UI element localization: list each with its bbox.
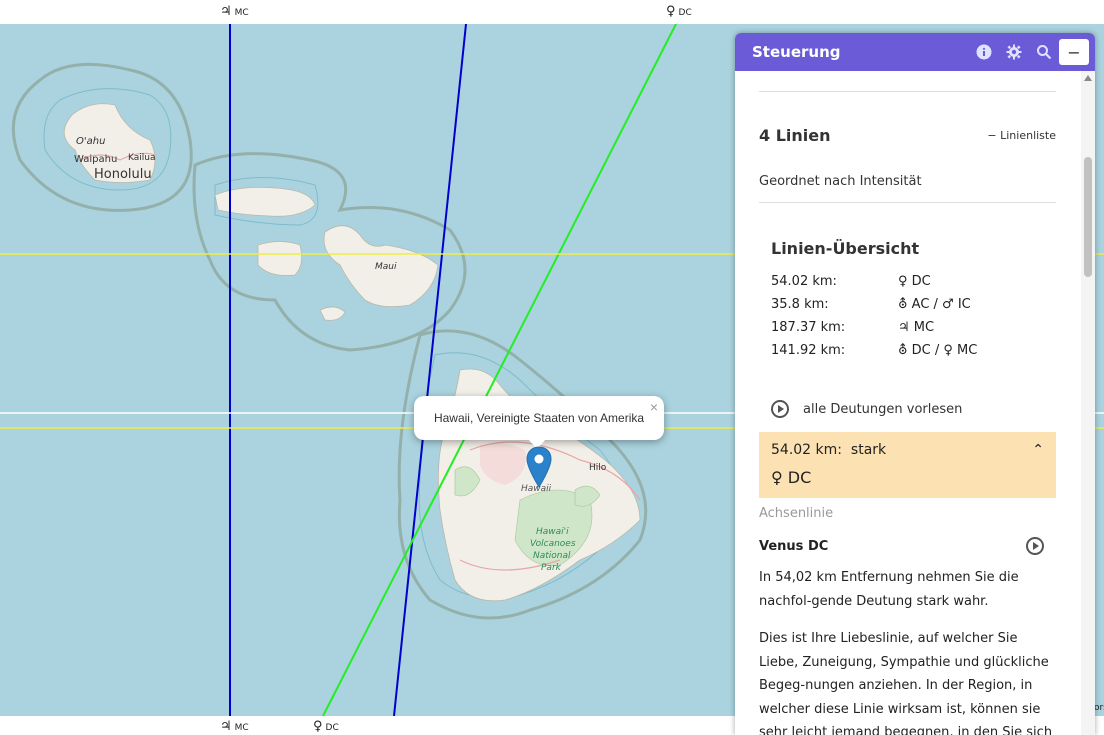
lines-list-toggle[interactable]: − Linienliste (987, 129, 1056, 142)
overview-row: 35.8 km: ⛢ AC / ♂ IC (771, 297, 971, 312)
place-label-hilo: Hilo (589, 463, 607, 473)
search-icon[interactable] (1029, 33, 1059, 71)
read-all-button[interactable]: alle Deutungen vorlesen (759, 400, 1056, 418)
map-marker-icon[interactable] (526, 446, 552, 488)
scroll-up-icon[interactable] (1084, 75, 1092, 81)
map-attribution[interactable]: ors (1094, 703, 1104, 713)
highlight-distance: 54.02 km: stark (771, 442, 887, 458)
panel-scrollbar[interactable] (1081, 71, 1095, 735)
lines-header: 4 Linien − Linienliste (759, 112, 1056, 158)
place-label-waipahu: Waipahu (74, 154, 117, 165)
place-label-oahu: O'ahu (76, 136, 105, 147)
control-panel: Steuerung − 4 Linien − Linienliste Geord… (735, 33, 1095, 735)
top-label-jupiter-mc: ♃ MC (220, 4, 249, 19)
sort-label: Geordnet nach Intensität (759, 173, 922, 189)
highlight-line-name: ♀ DC (771, 468, 812, 487)
overview-row: 54.02 km: ♀ DC (771, 274, 931, 289)
bottom-label-jupiter-mc: ♃ MC (220, 719, 249, 734)
park-label-3: National (533, 551, 571, 561)
panel-header: Steuerung − (735, 33, 1095, 71)
panel-body: 4 Linien − Linienliste Geordnet nach Int… (759, 71, 1056, 735)
popup-close-icon[interactable]: × (650, 399, 658, 415)
popup-text: Hawaii, Vereinigte Staaten von Amerika (433, 411, 645, 425)
chevron-up-icon[interactable]: ⌃ (1032, 442, 1044, 458)
overview-title: Linien-Übersicht (771, 239, 920, 258)
place-label-maui: Maui (375, 262, 397, 272)
gear-icon[interactable] (999, 33, 1029, 71)
overview-row: 141.92 km: ⛢ DC / ♀ MC (771, 343, 978, 358)
overview-row: 187.37 km: ♃ MC (771, 320, 935, 335)
play-icon[interactable] (1026, 537, 1044, 555)
venus-dc-header: Venus DC (759, 534, 1056, 558)
top-label-venus-dc: ♀ DC (666, 4, 692, 19)
park-label-2: Volcanoes (530, 539, 576, 549)
divider-top (759, 91, 1056, 92)
venus-dc-title: Venus DC (759, 538, 829, 554)
bottom-label-venus-dc: ♀ DC (313, 719, 339, 734)
park-label-4: Park (541, 563, 562, 573)
place-label-kailua: Kailua (128, 153, 155, 163)
lines-overview: Linien-Übersicht 54.02 km: ♀ DC 35.8 km:… (759, 203, 1056, 362)
interpretation-text: Dies ist Ihre Liebeslinie, auf welcher S… (759, 631, 1053, 735)
info-icon[interactable] (969, 33, 999, 71)
lines-count-title: 4 Linien (759, 125, 831, 145)
top-label-strip (0, 0, 1104, 24)
play-icon (771, 400, 789, 418)
scrollbar-thumb[interactable] (1084, 157, 1092, 277)
interpretation-intro: In 54,02 km Entfernung nehmen Sie die na… (759, 570, 1019, 609)
park-label-1: Hawai'i (536, 527, 569, 537)
place-label-honolulu: Honolulu (94, 167, 152, 182)
minimize-button[interactable]: − (1059, 39, 1089, 65)
highlighted-line-card[interactable]: 54.02 km: stark ⌃ ♀ DC (759, 432, 1056, 498)
location-popup: Hawaii, Vereinigte Staaten von Amerika × (414, 396, 664, 449)
panel-title: Steuerung (752, 43, 841, 61)
axis-line-label: Achsenlinie (759, 506, 834, 521)
read-all-label: alle Deutungen vorlesen (803, 401, 963, 417)
